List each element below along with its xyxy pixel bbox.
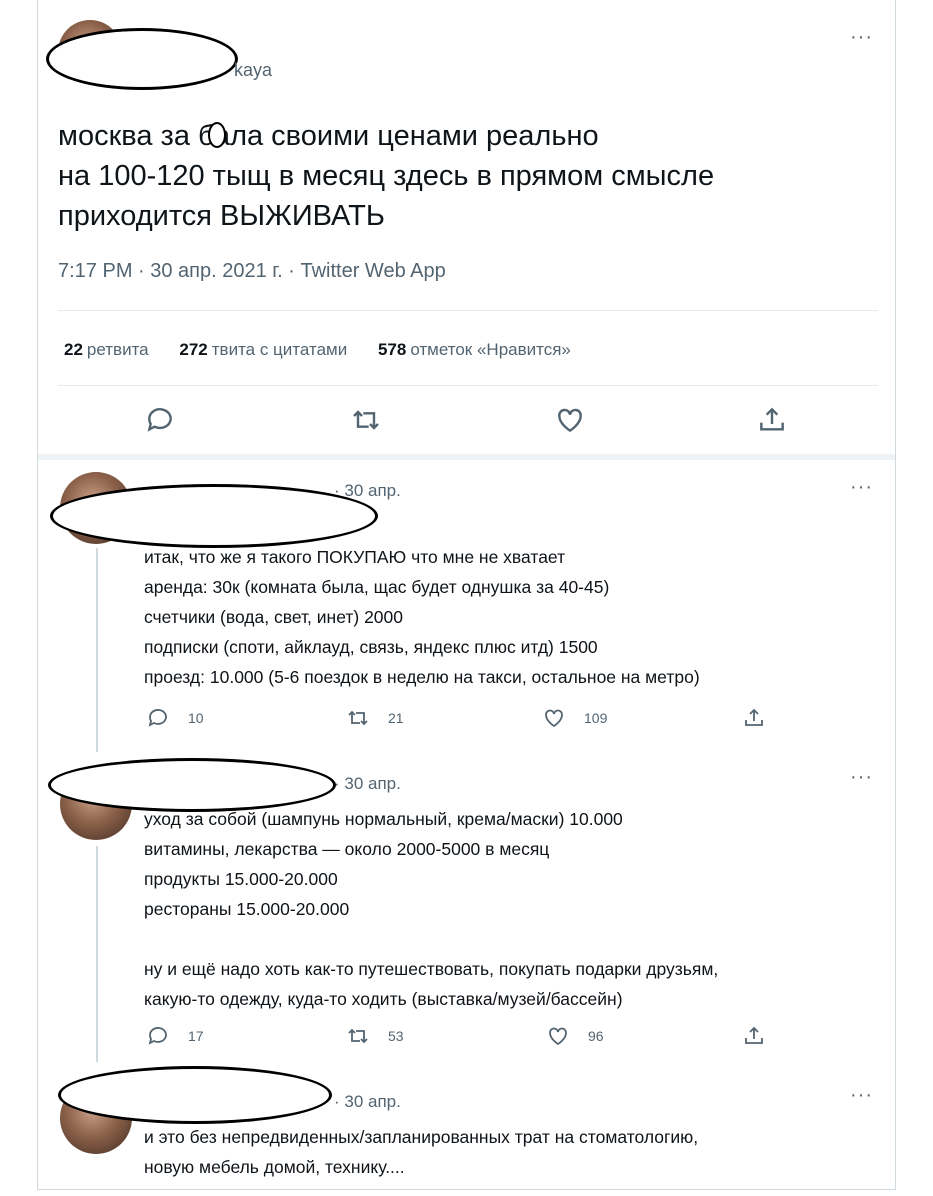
redacted-name <box>50 484 378 548</box>
tweet-thread: kaya ··· москва за бала своими ценами ре… <box>37 0 896 1190</box>
reply-text: итак, что же я такого ПОКУПАЮ что мне не… <box>144 547 700 687</box>
tweet-line: приходится ВЫЖИВАТЬ <box>58 200 385 232</box>
like-stat[interactable]: 578 отметок «Нравится» <box>378 340 571 359</box>
tweet-text: москва за бала своими ценами реально на … <box>58 116 714 236</box>
reply-text: уход за собой (шампунь нормальный, крема… <box>144 809 719 1009</box>
retweet-icon[interactable]: 53 <box>346 1024 546 1048</box>
tweet-line: на 100-120 тыщ в месяц здесь в прямом см… <box>58 160 715 192</box>
thread-line <box>96 846 98 1062</box>
reply-actions: 17 53 96 <box>146 1024 766 1048</box>
like-icon[interactable]: 109 <box>542 706 742 730</box>
retweet-stat[interactable]: 22 ретвита <box>64 340 149 359</box>
more-icon[interactable]: ··· <box>850 477 873 497</box>
reply-text: и это без непредвиденных/запланированных… <box>144 1127 699 1177</box>
retweet-icon[interactable]: 21 <box>346 706 542 730</box>
reply-icon[interactable] <box>144 404 176 436</box>
reply-meta[interactable]: · 30 апр. <box>334 774 401 794</box>
share-icon[interactable] <box>742 706 766 730</box>
redacted-name <box>58 1066 332 1124</box>
redacted-name <box>46 28 238 90</box>
retweet-icon[interactable] <box>350 404 382 436</box>
tweet-timestamp[interactable]: 7:17 PM · 30 апр. 2021 г. · Twitter Web … <box>58 260 446 283</box>
share-icon[interactable] <box>742 1024 766 1048</box>
quote-stat[interactable]: 272 твита с цитатами <box>179 340 347 359</box>
like-icon[interactable]: 96 <box>546 1024 742 1048</box>
reply-icon[interactable]: 17 <box>146 1024 346 1048</box>
author-handle[interactable]: kaya <box>234 60 272 81</box>
more-icon[interactable]: ··· <box>850 27 873 47</box>
redacted-word <box>208 122 226 148</box>
reply-meta[interactable]: · 30 апр. <box>334 481 401 501</box>
reply-actions: 10 21 109 <box>146 706 766 730</box>
tweet-line: москва за бала своими ценами реально <box>58 120 599 152</box>
more-icon[interactable]: ··· <box>850 1085 873 1105</box>
more-icon[interactable]: ··· <box>850 767 873 787</box>
reply-meta[interactable]: · 30 апр. <box>334 1092 401 1112</box>
tweet-stats: 22 ретвита 272 твита с цитатами 578 отметок… <box>64 340 597 360</box>
thread-line <box>96 548 98 752</box>
reply-icon[interactable]: 10 <box>146 706 346 730</box>
like-icon[interactable] <box>554 404 586 436</box>
share-icon[interactable] <box>756 404 788 436</box>
